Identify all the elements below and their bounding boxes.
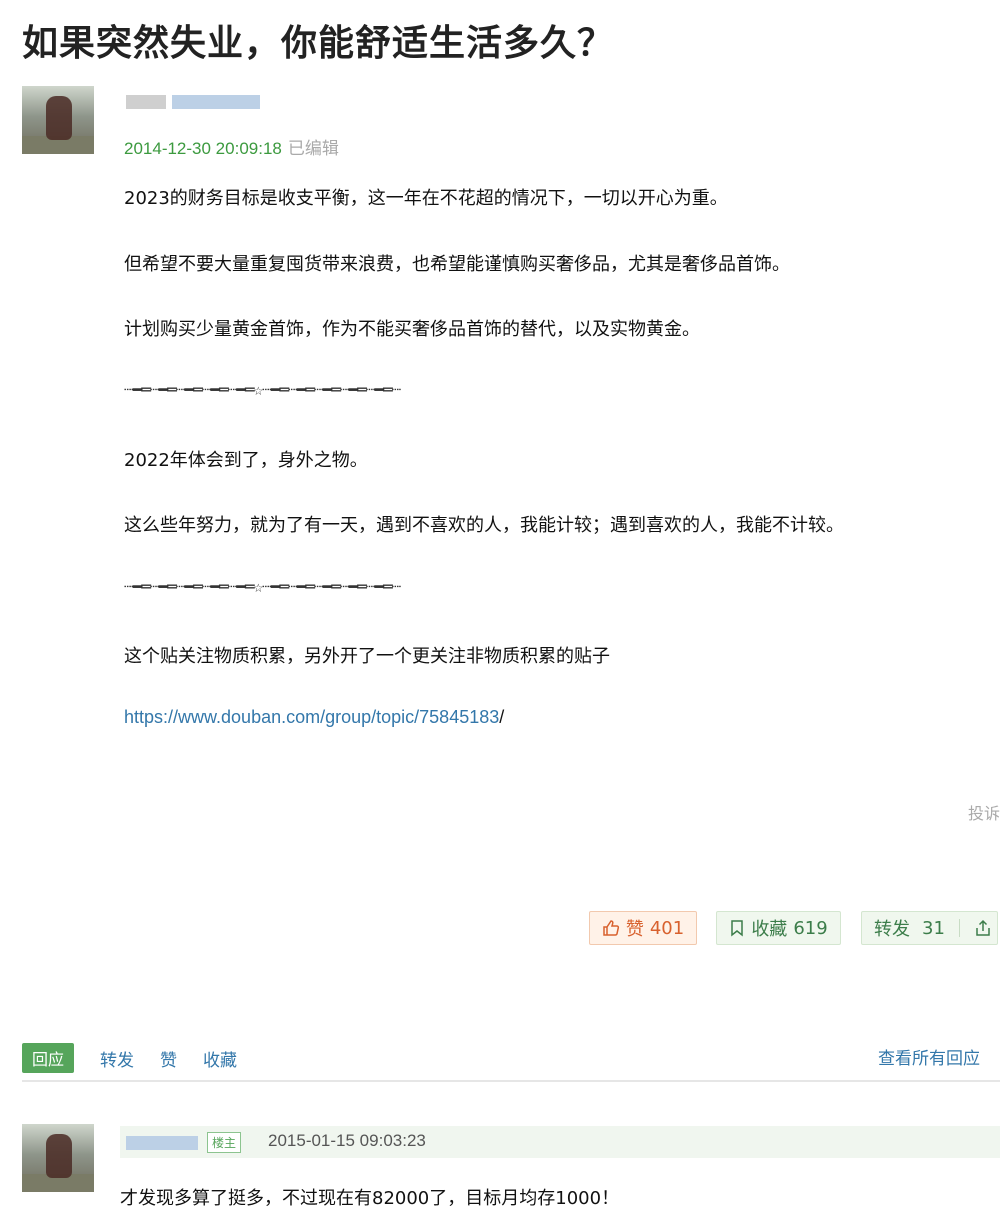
post-paragraph: 2023的财务目标是收支平衡，这一年在不花超的情况下，一切以开心为重。	[124, 188, 728, 209]
reply-timestamp: 2015-01-15 09:03:23	[268, 1131, 426, 1150]
author-name-blurred[interactable]	[126, 95, 260, 109]
forward-link[interactable]: 转发	[100, 1046, 134, 1071]
post-paragraph: 但希望不要大量重复囤货带来浪费，也希望能谨慎购买奢侈品，尤其是奢侈品首饰。	[124, 254, 790, 275]
post-paragraph: 这么些年努力，就为了有一天，遇到不喜欢的人，我能计较；遇到喜欢的人，我能不计较。	[124, 515, 844, 536]
view-all-replies-link[interactable]: 查看所有回应	[878, 1044, 980, 1069]
bookmark-icon	[729, 919, 745, 937]
like-count: 401	[649, 917, 685, 939]
thumbs-up-icon	[602, 919, 620, 937]
post-paragraph: 计划购买少量黄金首饰，作为不能买奢侈品首饰的替代，以及实物黄金。	[124, 319, 700, 340]
reply-avatar[interactable]	[22, 1124, 94, 1192]
like-link[interactable]: 赞	[160, 1046, 177, 1071]
topic-link[interactable]: https://www.douban.com/group/topic/75845…	[124, 707, 499, 727]
decorative-divider: ┈━═┈━═┈━═┈━═┈━═☆┈━═┈━═┈━═┈━═┈━═┈	[124, 577, 401, 596]
post-paragraph: 这个贴关注物质积累，另外开了一个更关注非物质积累的贴子	[124, 646, 610, 667]
edited-label: 已编辑	[287, 139, 339, 158]
forward-count: 31	[922, 917, 945, 939]
forward-button[interactable]: 转发 31	[861, 911, 998, 945]
forward-label: 转发	[874, 919, 910, 940]
decorative-divider: ┈━═┈━═┈━═┈━═┈━═☆┈━═┈━═┈━═┈━═┈━═┈	[124, 380, 401, 399]
reply-text: 才发现多算了挺多，不过现在有82000了，目标月均存1000！	[120, 1188, 620, 1209]
collect-button[interactable]: 收藏 619	[716, 911, 841, 945]
reply-header	[120, 1126, 1000, 1158]
reply-author-blurred[interactable]	[126, 1136, 198, 1150]
topic-link-tail: /	[499, 707, 505, 727]
post-timestamp: 2014-12-30 20:09:18	[124, 139, 282, 158]
share-icon[interactable]	[974, 919, 992, 937]
like-label: 赞	[625, 919, 644, 940]
reply-button[interactable]: 回应	[22, 1043, 75, 1073]
page-title: 如果突然失业，你能舒适生活多久？	[22, 23, 615, 64]
collect-count: 619	[793, 917, 828, 939]
action-bar: 回应 转发 赞 收藏	[22, 1043, 237, 1073]
collect-link[interactable]: 收藏	[203, 1046, 237, 1071]
report-link[interactable]: 投诉	[968, 800, 1000, 824]
owner-badge: 楼主	[207, 1132, 242, 1153]
author-avatar[interactable]	[22, 86, 94, 154]
topic-link-wrapper: https://www.douban.com/group/topic/75845…	[124, 707, 504, 728]
like-button[interactable]: 赞 401	[589, 911, 697, 945]
divider-line	[22, 1080, 1000, 1082]
post-meta: 2014-12-30 20:09:18 已编辑	[124, 134, 339, 159]
collect-label: 收藏	[751, 919, 788, 940]
post-paragraph: 2022年体会到了，身外之物。	[124, 450, 368, 471]
